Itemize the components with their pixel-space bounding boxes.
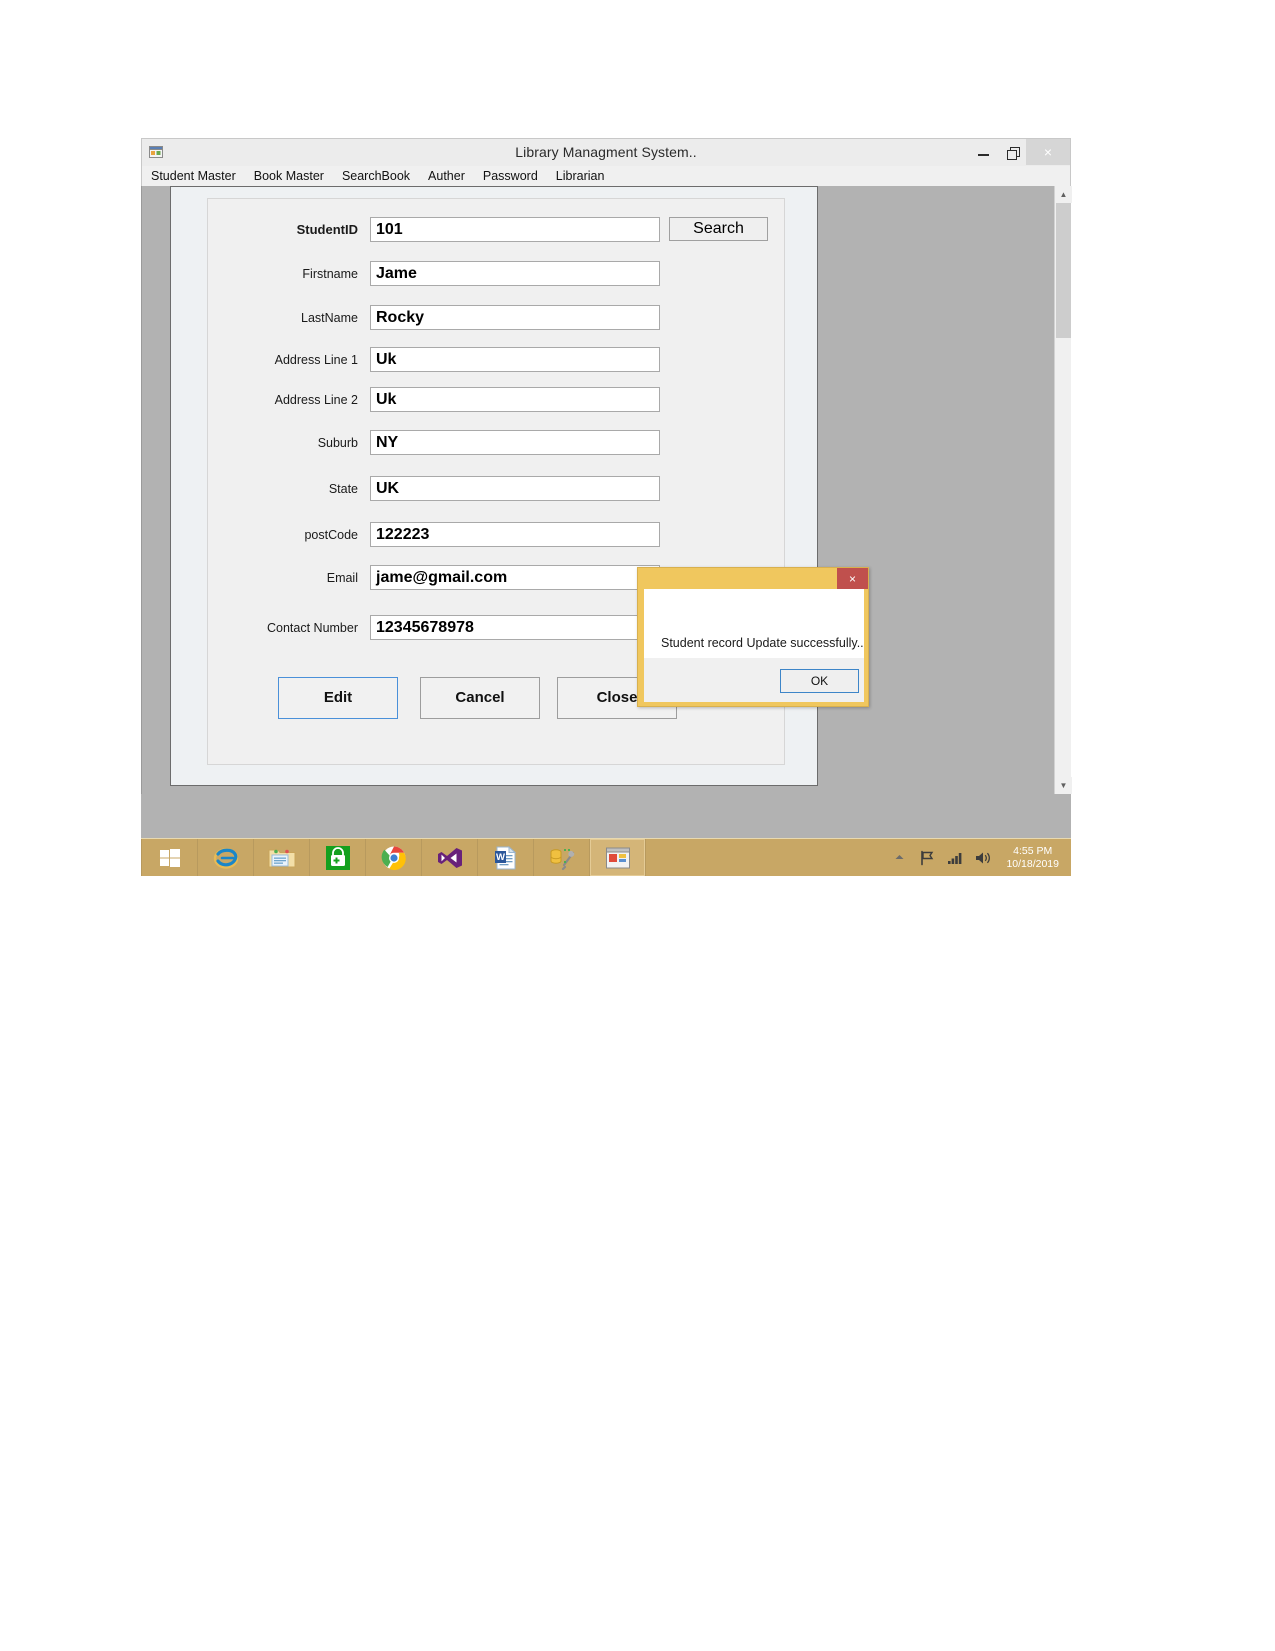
restore-icon [1006,146,1020,160]
show-hidden-icons-button[interactable] [890,846,908,870]
menu-bar: Student Master Book Master SearchBook Au… [141,166,1071,186]
form-row-lastname: LastName Rocky [208,305,786,331]
sql-server-tools-icon [550,848,574,870]
label-email: Email [326,571,358,585]
visual-studio-icon [437,847,462,868]
scroll-down-arrow[interactable]: ▼ [1055,777,1072,794]
menu-item-librarian[interactable]: Librarian [556,167,614,185]
label-firstname: Firstname [302,267,358,281]
microsoft-word-icon: W [494,845,516,869]
form-row-address-line-2: Address Line 2 Uk [208,387,786,413]
dialog-ok-button[interactable]: OK [780,669,859,693]
input-postcode[interactable]: 122223 [370,522,660,547]
menu-item-book-master[interactable]: Book Master [254,167,333,185]
file-explorer-icon [268,849,295,867]
chrome-icon [381,846,406,870]
network-icon [947,853,962,864]
form-row-address-line-1: Address Line 1 Uk [208,347,786,373]
clock[interactable]: 4:55 PM 10/18/2019 [1002,845,1063,871]
scrollbar-thumb[interactable] [1056,203,1071,338]
label-studentid: StudentID [296,222,358,237]
flag-icon [921,850,934,865]
cancel-button[interactable]: Cancel [420,677,540,719]
google-chrome-button[interactable] [366,839,422,876]
input-contact-number[interactable]: 12345678978 [370,615,660,640]
system-tray: 4:55 PM 10/18/2019 [890,839,1071,876]
dialog-footer: OK [644,658,864,702]
search-button[interactable]: Search [669,217,768,241]
form-row-postcode: postCode 122223 [208,522,786,548]
application-window: Library Managment System.. × Student Mas… [141,138,1072,838]
mdi-client-area: StudentID 101 Search Firstname Jame Last… [141,186,1071,794]
taskbar-spacer [646,839,890,876]
volume-icon[interactable] [974,846,992,870]
label-address-line-2: Address Line 2 [274,393,358,407]
dialog-close-icon: × [848,571,856,586]
input-address-line-2[interactable]: Uk [370,387,660,412]
menu-item-student-master[interactable]: Student Master [151,167,245,185]
chevron-up-icon [895,855,904,859]
windows-logo-icon [159,848,180,867]
clock-time: 4:55 PM [1013,844,1053,857]
input-firstname[interactable]: Jame [370,261,660,286]
window-controls: × [968,139,1070,165]
dialog-close-button[interactable]: × [837,568,868,589]
vertical-scrollbar[interactable]: ▲ ▼ [1054,186,1072,794]
sql-server-tools-button[interactable] [534,839,590,876]
speaker-icon [976,852,991,863]
minimize-button[interactable] [968,139,998,165]
label-postcode: postCode [304,528,358,542]
label-address-line-1: Address Line 1 [274,353,358,367]
clock-date: 10/18/2019 [1006,857,1059,870]
visual-studio-button[interactable] [422,839,478,876]
form-row-studentid: StudentID 101 Search [208,217,786,243]
dialog-title-bar: × [638,568,868,589]
start-button[interactable] [141,839,198,876]
microsoft-word-button[interactable]: W [478,839,534,876]
label-contact-number: Contact Number [266,621,358,635]
svg-text:W: W [496,852,505,863]
form-row-firstname: Firstname Jame [208,261,786,287]
label-lastname: LastName [301,311,358,325]
windows-store-icon [325,845,350,870]
library-app-window-icon [605,847,630,868]
form-row-state: State UK [208,476,786,502]
library-app-button[interactable] [590,839,646,876]
internet-explorer-icon [213,847,238,869]
input-state[interactable]: UK [370,476,660,501]
windows-store-button[interactable] [310,839,366,876]
message-dialog: × Student record Update successfully.. O… [637,567,869,707]
close-icon: × [1043,144,1053,160]
label-suburb: Suburb [317,436,358,450]
dialog-message: Student record Update successfully.. [661,636,864,650]
menu-item-auther[interactable]: Auther [428,167,474,185]
network-signal-icon[interactable] [946,846,964,870]
window-title: Library Managment System.. [515,144,697,160]
menu-item-password[interactable]: Password [483,167,547,185]
internet-explorer-button[interactable] [198,839,254,876]
form-row-suburb: Suburb NY [208,430,786,456]
title-bar: Library Managment System.. × [141,138,1071,166]
input-suburb[interactable]: NY [370,430,660,455]
taskbar: W 4:55 PM 10/18/2019 [141,838,1071,876]
action-center-flag-icon[interactable] [918,846,936,870]
label-state: State [328,482,358,496]
menu-item-searchbook[interactable]: SearchBook [342,167,419,185]
close-button[interactable]: × [1026,139,1070,165]
input-address-line-1[interactable]: Uk [370,347,660,372]
input-studentid[interactable]: 101 [370,217,660,242]
minimize-icon [977,154,989,156]
input-email[interactable]: jame@gmail.com [370,565,660,590]
edit-button[interactable]: Edit [278,677,398,719]
input-lastname[interactable]: Rocky [370,305,660,330]
file-explorer-button[interactable] [254,839,310,876]
restore-button[interactable] [998,139,1026,165]
scroll-up-arrow[interactable]: ▲ [1055,186,1072,203]
